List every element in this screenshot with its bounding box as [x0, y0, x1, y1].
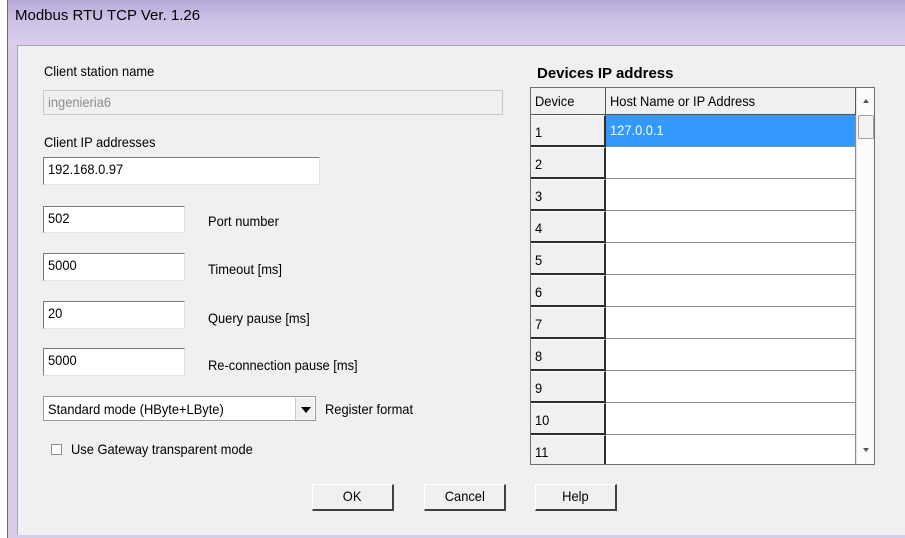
- table-row[interactable]: 3: [531, 179, 856, 211]
- register-format-select[interactable]: Standard mode (HByte+LByte): [43, 396, 316, 421]
- table-row[interactable]: 11: [531, 435, 856, 464]
- table-row[interactable]: 6: [531, 275, 856, 307]
- scroll-up-arrow-icon[interactable]: [857, 92, 874, 110]
- host-address-cell[interactable]: [606, 435, 856, 464]
- devices-grid[interactable]: Device Host Name or IP Address 1 127.0.0.…: [530, 87, 875, 465]
- chevron-down-icon[interactable]: [295, 398, 314, 420]
- client-ip-input[interactable]: 192.168.0.97: [43, 157, 320, 185]
- client-ip-label: Client IP addresses: [44, 134, 156, 150]
- gateway-mode-checkbox[interactable]: [51, 444, 62, 455]
- window-title: Modbus RTU TCP Ver. 1.26: [15, 7, 201, 24]
- query-pause-label: Query pause [ms]: [208, 310, 310, 326]
- gateway-mode-label: Use Gateway transparent mode: [71, 441, 253, 457]
- port-number-label: Port number: [208, 213, 279, 229]
- devices-heading: Devices IP address: [537, 65, 674, 82]
- table-row[interactable]: 2: [531, 147, 856, 179]
- host-address-cell[interactable]: [606, 307, 856, 339]
- grid-header-device: Device: [531, 88, 606, 115]
- host-address-cell[interactable]: 127.0.0.1: [606, 115, 856, 147]
- host-address-cell[interactable]: [606, 371, 856, 403]
- host-address-cell[interactable]: [606, 179, 856, 211]
- host-address-cell[interactable]: [606, 403, 856, 435]
- grid-scrollbar[interactable]: [856, 88, 874, 464]
- host-address-cell[interactable]: [606, 211, 856, 243]
- device-number-cell: 9: [531, 371, 606, 403]
- table-row[interactable]: 4: [531, 211, 856, 243]
- timeout-label: Timeout [ms]: [208, 261, 282, 277]
- device-number-cell: 10: [531, 403, 606, 435]
- scroll-down-arrow-icon[interactable]: [857, 441, 874, 459]
- host-address-cell[interactable]: [606, 275, 856, 307]
- device-number-cell: 2: [531, 147, 606, 179]
- register-format-value: Standard mode (HByte+LByte): [48, 401, 224, 417]
- table-row[interactable]: 7: [531, 307, 856, 339]
- client-station-label: Client station name: [44, 63, 155, 79]
- device-number-cell: 7: [531, 307, 606, 339]
- device-number-cell: 3: [531, 179, 606, 211]
- grid-header-host: Host Name or IP Address: [606, 88, 856, 115]
- device-number-cell: 4: [531, 211, 606, 243]
- host-address-cell[interactable]: [606, 147, 856, 179]
- timeout-input[interactable]: 5000: [43, 253, 185, 281]
- table-row[interactable]: 9: [531, 371, 856, 403]
- table-row[interactable]: 1 127.0.0.1: [531, 115, 856, 147]
- table-row[interactable]: 5: [531, 243, 856, 275]
- register-format-label: Register format: [325, 401, 414, 417]
- table-row[interactable]: 8: [531, 339, 856, 371]
- host-address-cell[interactable]: [606, 243, 856, 275]
- table-row[interactable]: 10: [531, 403, 856, 435]
- host-address-cell[interactable]: [606, 339, 856, 371]
- help-button[interactable]: Help: [535, 484, 617, 511]
- device-number-cell: 8: [531, 339, 606, 371]
- query-pause-input[interactable]: 20: [43, 301, 185, 329]
- device-number-cell: 11: [531, 435, 606, 464]
- reconnect-pause-input[interactable]: 5000: [43, 348, 185, 376]
- device-number-cell: 5: [531, 243, 606, 275]
- scroll-thumb[interactable]: [858, 115, 874, 139]
- client-station-field: ingenieria6: [43, 90, 503, 115]
- port-number-input[interactable]: 502: [43, 206, 185, 233]
- device-number-cell: 6: [531, 275, 606, 307]
- cancel-button[interactable]: Cancel: [424, 484, 506, 511]
- reconnect-pause-label: Re-connection pause [ms]: [208, 357, 358, 373]
- ok-button[interactable]: OK: [312, 484, 394, 511]
- device-number-cell: 1: [531, 115, 606, 147]
